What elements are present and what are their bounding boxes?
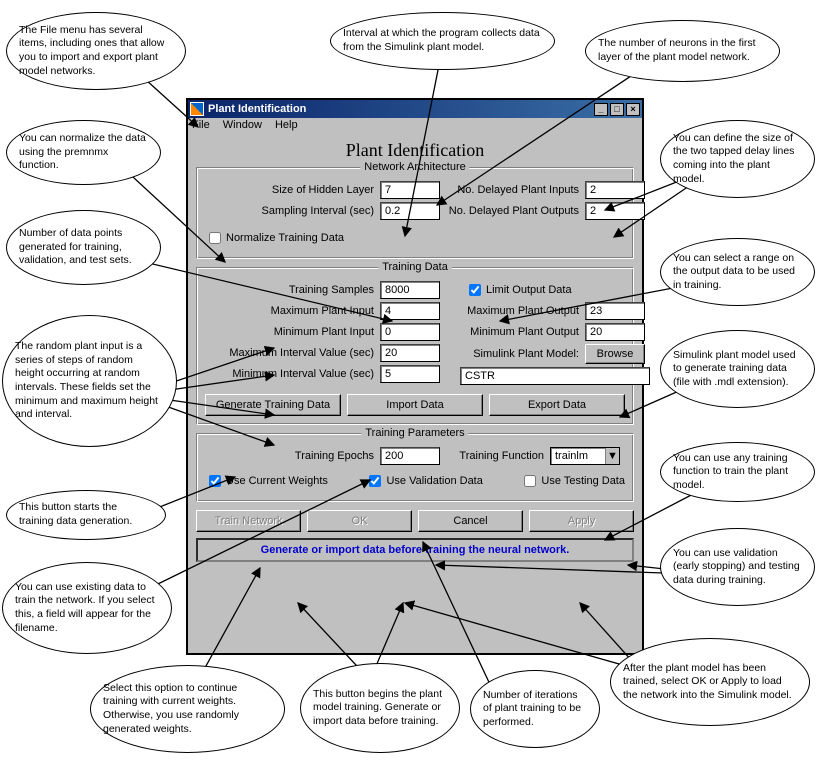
status-message: Generate or import data before training … [196,538,634,562]
callout-limit: You can select a range on the output dat… [660,238,815,306]
use-validation-label: Use Validation Data [386,475,482,487]
normalize-checkbox[interactable] [209,232,221,244]
legend-arch: Network Architecture [360,161,469,173]
legend-tdata: Training Data [378,261,452,273]
group-training-data: Training Data Training Samples Maximum P… [196,267,634,425]
label-minint: Minimum Interval Value (sec) [205,368,380,380]
callout-trainbtn: This button begins the plant model train… [300,663,460,753]
model-file-input[interactable] [460,367,650,385]
use-testing-label: Use Testing Data [541,475,625,487]
min-interval-input[interactable] [380,365,440,383]
use-current-weights-checkbox[interactable] [209,475,221,487]
min-plant-input[interactable] [380,323,440,341]
training-epochs-input[interactable] [380,447,440,465]
generate-training-data-button[interactable]: Generate Training Data [205,394,341,416]
label-sampling: Sampling Interval (sec) [205,205,380,217]
callout-iters: Number of iterations of plant training t… [470,670,600,748]
callout-curw: Select this option to continue training … [90,665,285,753]
minimize-button[interactable]: _ [594,103,608,116]
menubar: File Window Help [188,118,642,132]
close-button[interactable]: × [626,103,640,116]
callout-sampling: Interval at which the program collects d… [330,12,555,70]
ok-button[interactable]: OK [307,510,412,532]
hidden-layer-input[interactable] [380,181,440,199]
plant-identification-window: Plant Identification _ □ × File Window H… [186,98,644,655]
label-maxint: Maximum Interval Value (sec) [205,347,380,359]
max-plant-output[interactable] [585,302,645,320]
use-validation-checkbox[interactable] [369,475,381,487]
callout-gendata: This button starts the training data gen… [6,490,166,540]
training-function-value: trainlm [551,450,605,462]
chevron-down-icon[interactable]: ▼ [605,448,619,464]
maximize-button[interactable]: □ [610,103,624,116]
callout-file-menu: The File menu has several items, includi… [6,12,186,90]
sampling-interval-input[interactable] [380,202,440,220]
training-function-select[interactable]: trainlm ▼ [550,447,620,465]
max-interval-input[interactable] [380,344,440,362]
training-samples-input[interactable] [380,281,440,299]
use-testing-checkbox[interactable] [524,475,536,487]
export-data-button[interactable]: Export Data [489,394,625,416]
callout-simmdl: Simulink plant model used to generate tr… [660,330,815,408]
label-minout: Minimum Plant Output [440,326,585,338]
menu-window[interactable]: Window [223,119,262,131]
callout-anytrain: You can use any training function to tra… [660,442,815,502]
callout-normalize: You can normalize the data using the pre… [6,120,161,185]
limit-output-checkbox[interactable] [469,284,481,296]
normalize-label: Normalize Training Data [226,232,344,244]
limit-output-label: Limit Output Data [486,284,572,296]
label-trainfn: Training Function [440,450,550,462]
group-network-architecture: Network Architecture Size of Hidden Laye… [196,167,634,259]
delayed-inputs-input[interactable] [585,181,645,199]
app-icon [190,102,204,116]
label-samples: Training Samples [205,284,380,296]
label-delayed-in: No. Delayed Plant Inputs [440,184,585,196]
label-delayed-out: No. Delayed Plant Outputs [440,205,585,217]
menu-file[interactable]: File [192,119,210,131]
label-minin: Minimum Plant Input [205,326,380,338]
callout-neurons: The number of neurons in the first layer… [585,20,780,82]
titlebar[interactable]: Plant Identification _ □ × [188,100,642,118]
import-data-button[interactable]: Import Data [347,394,483,416]
callout-numpoints: Number of data points generated for trai… [6,210,161,285]
max-plant-input[interactable] [380,302,440,320]
callout-delays: You can define the size of the two tappe… [660,120,815,198]
label-maxout: Maximum Plant Output [440,305,585,317]
min-plant-output[interactable] [585,323,645,341]
callout-random: The random plant input is a series of st… [2,315,177,447]
cancel-button[interactable]: Cancel [418,510,523,532]
label-maxin: Maximum Plant Input [205,305,380,317]
legend-tparam: Training Parameters [361,427,468,439]
callout-valtest: You can use validation (early stopping) … [660,528,815,606]
label-hidden: Size of Hidden Layer [205,184,380,196]
callout-okapply: After the plant model has been trained, … [610,638,810,726]
label-model: Simulink Plant Model: [440,348,585,360]
window-title: Plant Identification [208,103,306,115]
train-network-button[interactable]: Train Network [196,510,301,532]
delayed-outputs-input[interactable] [585,202,645,220]
menu-help[interactable]: Help [275,119,298,131]
callout-existing: You can use existing data to train the n… [2,562,172,654]
label-epochs: Training Epochs [205,450,380,462]
apply-button[interactable]: Apply [529,510,634,532]
use-current-weights-label: Use Current Weights [226,475,328,487]
group-training-parameters: Training Parameters Training Epochs Trai… [196,433,634,502]
browse-button[interactable]: Browse [585,344,645,364]
